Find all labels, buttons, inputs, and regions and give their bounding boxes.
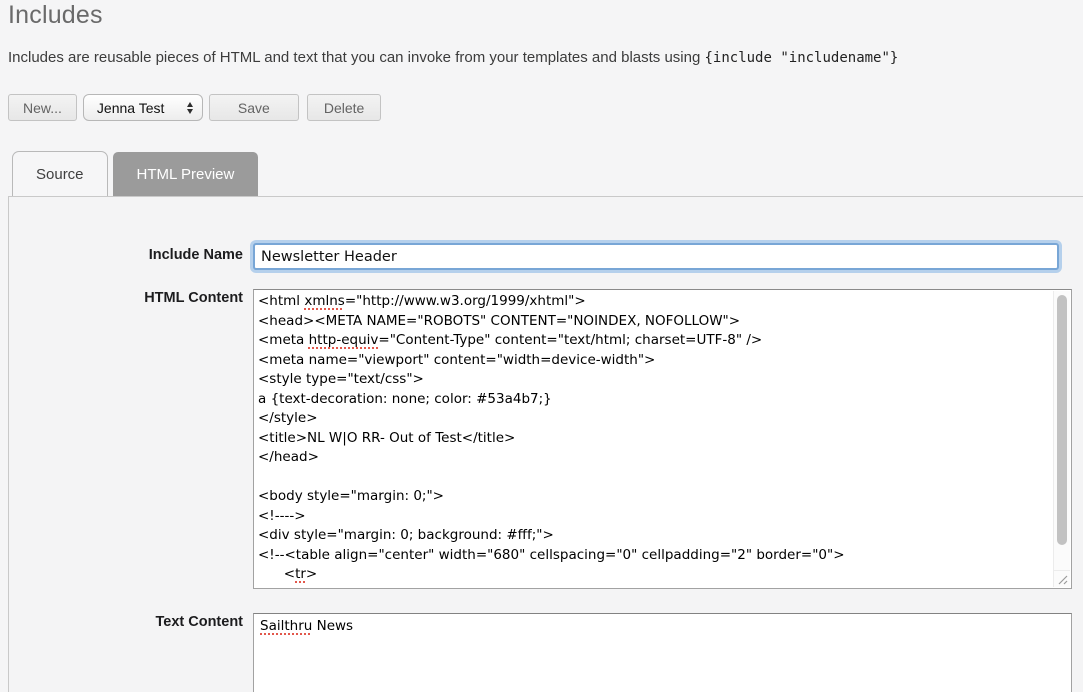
include-name-label: Include Name [9,247,243,263]
text-segment: <head><META NAME="ROBOTS" CONTENT="NOIND… [258,313,740,329]
text-segment: ="http://www.w3.org/1999/xhtml"> [345,293,586,309]
misspelled-word: http-equiv [309,332,379,348]
html-content-label: HTML Content [9,290,243,306]
text-segment: a {text-decoration: none; color: #53a4b7… [258,391,552,407]
text-segment: <meta name="viewport" content="width=dev… [258,352,655,368]
tab-html-preview[interactable]: HTML Preview [113,152,259,196]
new-button[interactable]: New... [8,94,77,121]
text-segment: <div style="margin: 0; background: #fff;… [258,527,554,543]
misspelled-word: Sailthru [260,618,312,634]
code-line: <body style="margin: 0;"> [258,487,1050,507]
include-name-input[interactable] [253,243,1059,270]
text-segment: <!----> [258,508,306,524]
code-line: </style> [258,409,1050,429]
include-select[interactable]: Jenna Test [83,94,203,121]
code-line: <style type="text/css"> [258,370,1050,390]
text-segment: <!--<table align="center" width="680" ce… [258,547,845,563]
code-line: a {text-decoration: none; color: #53a4b7… [258,390,1050,410]
code-line: <html xmlns="http://www.w3.org/1999/xhtm… [258,292,1050,312]
source-tab-panel: Include Name HTML Content <html xmlns="h… [8,196,1083,692]
code-line: <tr> [258,565,1050,585]
text-segment: ="Content-Type" content="text/html; char… [378,332,762,348]
includes-page: Includes Includes are reusable pieces of… [0,0,1083,692]
include-syntax-code: {include "includename"} [704,50,898,66]
code-line: <meta http-equiv="Content-Type" content=… [258,331,1050,351]
code-line: <head><META NAME="ROBOTS" CONTENT="NOIND… [258,312,1050,332]
code-line: </head> [258,448,1050,468]
text-segment: </head> [258,449,319,465]
page-description: Includes are reusable pieces of HTML and… [8,49,898,66]
text-segment: <meta [258,332,309,348]
text-content-label: Text Content [9,614,243,630]
text-segment: </style> [258,410,318,426]
tab-bar: Source HTML Preview [12,151,258,196]
delete-button[interactable]: Delete [307,94,381,121]
text-segment: News [312,618,353,634]
scrollbar-thumb[interactable] [1057,295,1067,545]
html-content-code: <html xmlns="http://www.w3.org/1999/xhtm… [254,291,1052,587]
text-segment: <body style="margin: 0;"> [258,488,444,504]
text-segment: <title>NL W|O RR- Out of Test</title> [258,430,515,446]
misspelled-word: xmlns [304,293,344,309]
text-segment: > [306,566,317,582]
code-line: <!----> [258,507,1050,527]
toolbar: New... Jenna Test Save Delete [8,94,381,121]
text-segment: <style type="text/css"> [258,371,424,387]
text-content-editor[interactable]: Sailthru News [253,613,1072,692]
code-line: <!--<table align="center" width="680" ce… [258,546,1050,566]
html-content-editor[interactable]: <html xmlns="http://www.w3.org/1999/xhtm… [253,289,1072,589]
resize-grip-icon[interactable] [1053,570,1070,587]
save-button[interactable]: Save [209,94,299,121]
select-updown-arrows-icon [187,102,193,114]
code-line: <meta name="viewport" content="width=dev… [258,351,1050,371]
code-line: <title>NL W|O RR- Out of Test</title> [258,429,1050,449]
editor-scrollbar[interactable] [1053,291,1070,570]
include-select-value: Jenna Test [97,100,164,116]
code-line [258,468,1050,488]
text-segment: <html [258,293,304,309]
misspelled-word: tr [295,566,306,582]
page-title: Includes [8,1,103,30]
tab-source[interactable]: Source [12,151,108,196]
text-segment: < [258,566,295,582]
code-line: <div style="margin: 0; background: #fff;… [258,526,1050,546]
description-text: Includes are reusable pieces of HTML and… [8,49,704,66]
